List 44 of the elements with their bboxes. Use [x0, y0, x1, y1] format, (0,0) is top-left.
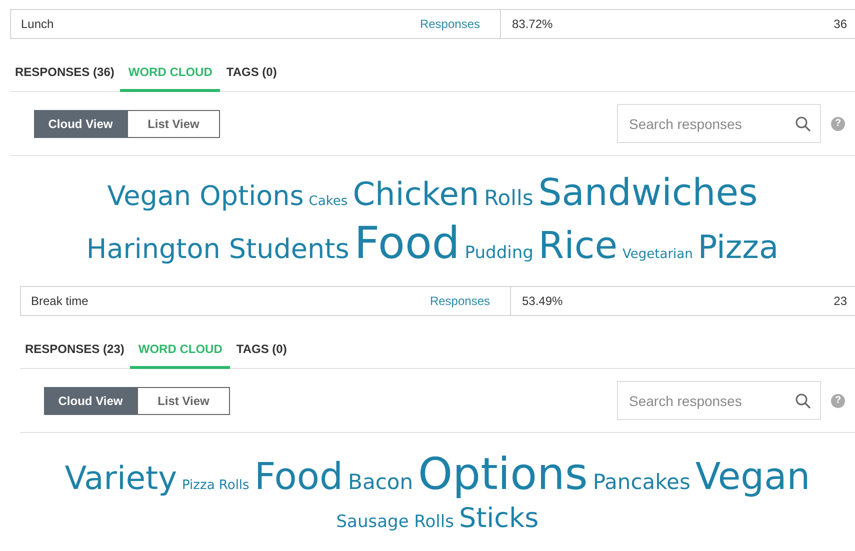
help-icon[interactable]: ?	[831, 116, 845, 130]
view-toggle-button[interactable]: Cloud View	[34, 110, 127, 138]
cloud-word[interactable]: Bacon	[348, 469, 414, 496]
tab[interactable]: WORD CLOUD	[120, 54, 220, 92]
answer-label: Break time	[31, 294, 88, 308]
cloud-word[interactable]: Pizza Rolls	[182, 478, 250, 494]
cloud-word[interactable]: Vegetarian	[622, 247, 693, 264]
view-toggle-button[interactable]: List View	[137, 386, 230, 415]
cloud-word[interactable]: Rice	[538, 223, 618, 270]
search-icon	[795, 393, 811, 410]
count-value: 36	[834, 17, 847, 31]
cloud-word[interactable]: Vegan	[695, 454, 810, 500]
cloud-word[interactable]: Pudding	[464, 243, 534, 264]
cloud-word[interactable]: Options	[418, 447, 588, 502]
cloud-word[interactable]: Sandwiches	[538, 170, 758, 216]
search-field[interactable]: Search responses	[617, 104, 821, 143]
cloud-word[interactable]: Pizza	[698, 227, 779, 268]
cloud-word[interactable]: Chicken	[352, 174, 480, 214]
cloud-word[interactable]: Cakes	[308, 194, 348, 210]
percent-value: 53.49%	[522, 294, 563, 308]
tab[interactable]: TAGS (0)	[220, 54, 283, 92]
tab[interactable]: WORD CLOUD	[130, 331, 230, 370]
view-toggle-button[interactable]: Cloud View	[44, 386, 137, 415]
count-value: 23	[834, 294, 847, 308]
tab[interactable]: RESPONSES (23)	[20, 331, 130, 370]
responses-link[interactable]: Responses	[430, 294, 490, 308]
responses-link[interactable]: Responses	[420, 17, 480, 31]
view-toggle-button[interactable]: List View	[127, 110, 220, 138]
answer-label: Lunch	[21, 17, 54, 31]
cloud-word[interactable]: Variety	[64, 458, 177, 498]
cloud-word[interactable]: Sticks	[458, 502, 539, 536]
percent-value: 83.72%	[512, 17, 553, 31]
search-icon	[795, 116, 811, 132]
cloud-word[interactable]: Food	[254, 454, 344, 500]
help-icon[interactable]: ?	[831, 394, 845, 408]
cloud-word[interactable]: Harington Students	[86, 233, 350, 267]
cloud-word[interactable]: Sausage Rolls	[336, 512, 454, 534]
tab[interactable]: TAGS (0)	[230, 331, 293, 370]
cloud-word[interactable]: Pancakes	[592, 469, 690, 496]
search-field[interactable]: Search responses	[617, 381, 821, 420]
cloud-word[interactable]: Rolls	[484, 185, 534, 212]
cloud-word[interactable]: Food	[354, 216, 460, 272]
cloud-word[interactable]: Vegan Options	[107, 180, 304, 214]
tab[interactable]: RESPONSES (36)	[10, 54, 120, 92]
